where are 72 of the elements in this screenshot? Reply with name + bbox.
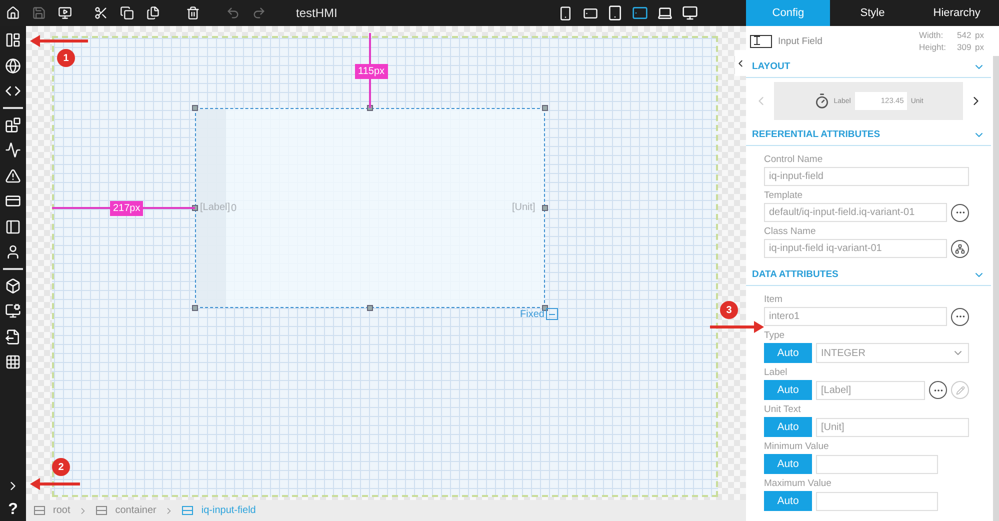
- height-unit: px: [975, 42, 985, 52]
- input-field[interactable]: [Unit]: [816, 418, 969, 436]
- container-icon: [96, 506, 108, 515]
- input-field[interactable]: [816, 492, 938, 510]
- width-value: 542: [957, 30, 972, 40]
- field-label: Unit Text: [764, 404, 802, 415]
- input-field[interactable]: intero1: [764, 307, 947, 326]
- panel-tab[interactable]: Config: [746, 0, 830, 26]
- sizing-label: Fixed: [520, 309, 544, 320]
- panel-tab[interactable]: Hierarchy: [914, 0, 999, 26]
- resize-handle[interactable]: [192, 105, 198, 111]
- pencil-icon: [956, 386, 964, 394]
- sizing-icon[interactable]: [546, 308, 558, 320]
- input-field[interactable]: [816, 454, 938, 474]
- field-label: Class Name: [764, 226, 817, 237]
- distance-label: 115px: [355, 64, 388, 79]
- home-icon[interactable]: [4, 4, 22, 22]
- height-value: 309: [957, 42, 972, 52]
- input-field[interactable]: iq-input-field iq-variant-01: [764, 239, 947, 258]
- distance-label: 217px: [110, 201, 144, 216]
- breadcrumb-item[interactable]: root: [32, 505, 72, 516]
- component-name: Input Field: [778, 36, 824, 46]
- hierarchy-icon: [955, 244, 965, 254]
- collapse-button[interactable]: [735, 50, 746, 76]
- auto-button[interactable]: Auto: [764, 491, 812, 511]
- auto-button[interactable]: Auto: [764, 380, 812, 400]
- field-label: Maximum Value: [764, 478, 832, 489]
- resize-handle[interactable]: [192, 305, 198, 311]
- annotation-arrow: [710, 321, 764, 333]
- paste-icon[interactable]: [144, 4, 162, 22]
- document-title: testHMI: [296, 6, 338, 20]
- auto-button[interactable]: Auto: [764, 343, 812, 363]
- breadcrumb-item[interactable]: container: [94, 505, 158, 516]
- copy-icon[interactable]: [118, 4, 136, 22]
- height-label: Height:: [919, 42, 947, 52]
- auto-button[interactable]: Auto: [764, 454, 812, 474]
- desktop-icon[interactable]: [681, 4, 699, 22]
- timer-icon: [814, 93, 830, 109]
- width-unit: px: [975, 30, 985, 40]
- type-select[interactable]: INTEGER: [816, 343, 969, 363]
- input-field[interactable]: default/iq-input-field.iq-variant-01: [764, 203, 947, 222]
- resize-handle[interactable]: [367, 305, 373, 311]
- field-label: Label: [764, 367, 788, 378]
- container-icon: [34, 506, 45, 515]
- field-label: Control Name: [764, 154, 824, 165]
- container-icon: [182, 506, 194, 515]
- annotation-arrow: [30, 35, 88, 47]
- tablet-landscape-icon[interactable]: [631, 4, 649, 22]
- input-field[interactable]: iq-input-field: [764, 167, 969, 186]
- more-button[interactable]: [951, 308, 969, 326]
- field-value: 0: [231, 203, 237, 214]
- breadcrumb-item[interactable]: iq-input-field: [180, 505, 258, 516]
- help-button[interactable]: ?: [8, 501, 18, 519]
- annotation-arrow: [30, 478, 80, 490]
- field-label: Item: [764, 294, 784, 305]
- more-button[interactable]: [951, 204, 969, 222]
- field-label: Template: [764, 190, 804, 201]
- field-unit: [Unit]: [512, 202, 536, 213]
- more-button[interactable]: [929, 381, 947, 399]
- resize-handle[interactable]: [542, 105, 548, 111]
- width-label: Width:: [919, 30, 944, 40]
- tablet-icon[interactable]: [606, 4, 624, 22]
- monitor-play-icon[interactable]: [56, 4, 74, 22]
- field-label: [Label]: [200, 202, 230, 213]
- field-label: Type: [764, 330, 786, 341]
- panel-tab[interactable]: Style: [830, 0, 915, 26]
- input-field[interactable]: [Label]: [816, 380, 925, 400]
- text-cursor-icon: [750, 34, 772, 48]
- auto-button[interactable]: Auto: [764, 417, 812, 437]
- hierarchy-button[interactable]: [951, 240, 969, 258]
- field-label: Minimum Value: [764, 441, 830, 452]
- resize-handle[interactable]: [542, 205, 548, 211]
